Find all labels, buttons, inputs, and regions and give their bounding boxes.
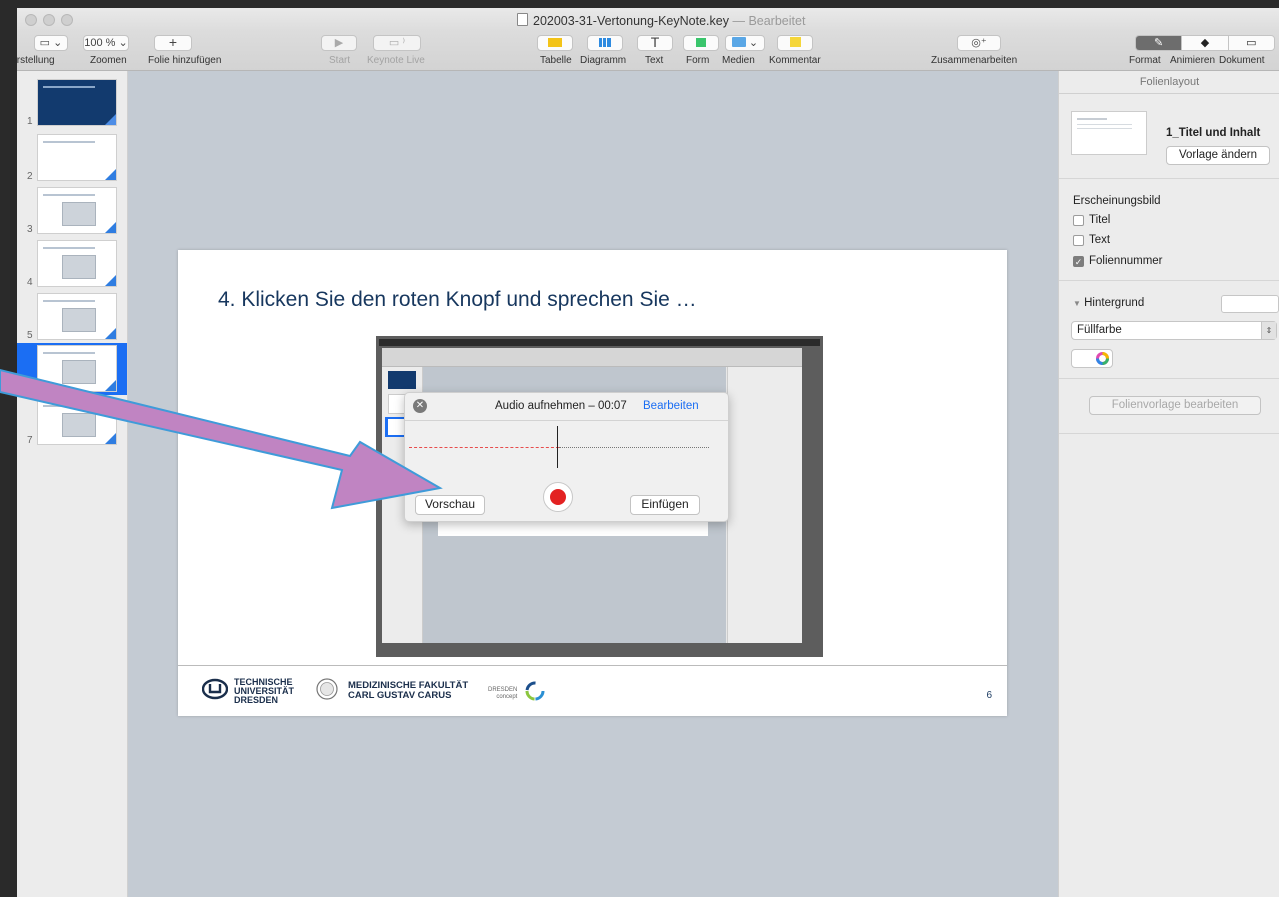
inspector-title: Folienlayout xyxy=(1059,71,1279,94)
fill-color-well[interactable] xyxy=(1071,349,1113,368)
table-button[interactable] xyxy=(537,35,573,51)
close-window-button[interactable] xyxy=(25,14,37,26)
slide-thumb[interactable]: 5 xyxy=(17,291,127,343)
change-master-button[interactable]: Vorlage ändern xyxy=(1166,146,1270,165)
shape-label: Form xyxy=(686,55,710,66)
document-icon xyxy=(517,13,528,26)
table-icon xyxy=(548,38,562,47)
waveform-remaining xyxy=(559,447,709,448)
layout-thumbnail[interactable] xyxy=(1071,111,1147,155)
slide-number-checkbox[interactable]: ✓ xyxy=(1073,256,1084,267)
keynote-live-button[interactable]: ▭ ⁾ xyxy=(373,35,421,51)
layout-name: 1_Titel und Inhalt xyxy=(1166,127,1261,139)
format-tab[interactable]: ✎ xyxy=(1136,36,1182,50)
play-label: Start xyxy=(329,55,351,66)
view-label: Darstellung xyxy=(17,55,55,66)
chart-button[interactable] xyxy=(587,35,623,51)
preview-button[interactable]: Vorschau xyxy=(415,495,485,515)
seal-icon xyxy=(316,678,338,700)
title-checkbox[interactable] xyxy=(1073,215,1084,226)
shape-button[interactable] xyxy=(683,35,719,51)
slide-title[interactable]: 4. Klicken Sie den roten Knopf und sprec… xyxy=(218,288,697,312)
waveform-recorded xyxy=(409,447,559,448)
record-button[interactable] xyxy=(543,482,573,512)
format-label: Format xyxy=(1129,55,1161,66)
edit-link[interactable]: Bearbeiten xyxy=(643,400,699,412)
edit-master-button[interactable]: Folienvorlage bearbeiten xyxy=(1089,396,1261,415)
minimize-window-button[interactable] xyxy=(43,14,55,26)
body-checkbox[interactable] xyxy=(1073,235,1084,246)
animate-label: Animieren xyxy=(1170,55,1216,66)
slide-thumb-selected[interactable]: 6 xyxy=(17,343,127,395)
slide-number-checkbox-label: Foliennummer xyxy=(1089,255,1163,267)
audio-record-dialog: ✕ Audio aufnehmen – 00:07 Bearbeiten Vor… xyxy=(404,392,729,522)
collaborate-button[interactable]: ◎⁺ xyxy=(957,35,1001,51)
appearance-label: Erscheinungsbild xyxy=(1073,195,1161,207)
collaborate-label: Zusammenarbeiten xyxy=(931,55,1018,66)
title-checkbox-label: Titel xyxy=(1089,214,1111,226)
media-label: Medien xyxy=(722,55,755,66)
disclosure-triangle-icon: ▼ xyxy=(1073,299,1081,308)
tu-logo-mark xyxy=(202,678,228,700)
chart-icon xyxy=(599,38,611,47)
document-tab[interactable]: ▭ xyxy=(1227,36,1274,50)
add-slide-label: Folie hinzufügen xyxy=(148,55,222,66)
close-icon[interactable]: ✕ xyxy=(413,399,427,413)
add-slide-button[interactable]: + xyxy=(154,35,192,51)
playhead[interactable] xyxy=(557,426,558,468)
toolbar: ▭ ⌄ 100 % ⌄ + Darstellung Zoomen Folie h… xyxy=(17,32,1279,71)
play-button[interactable]: ▶ xyxy=(321,35,357,51)
format-inspector: Folienlayout 1_Titel und Inhalt Vorlage … xyxy=(1058,71,1279,897)
text-label: Text xyxy=(645,55,664,66)
comment-icon xyxy=(789,37,801,47)
chart-label: Diagramm xyxy=(580,55,627,66)
dialog-title: Audio aufnehmen – 00:07 xyxy=(495,400,627,412)
slide-thumb[interactable]: 3 xyxy=(17,185,127,237)
zoom-window-button[interactable] xyxy=(61,14,73,26)
body-checkbox-label: Text xyxy=(1089,234,1111,246)
slide-footer-divider xyxy=(178,665,1007,666)
insert-button[interactable]: Einfügen xyxy=(630,495,700,515)
select-stepper-icon: ⇕ xyxy=(1261,322,1276,339)
color-wheel-icon[interactable] xyxy=(1096,352,1109,365)
shape-icon xyxy=(696,38,706,47)
document-label: Dokument xyxy=(1219,55,1265,66)
slide-thumb[interactable]: 4 xyxy=(17,238,127,290)
table-label: Tabelle xyxy=(540,55,572,66)
inspector-segment: ✎ ◆ ▭ xyxy=(1135,35,1275,51)
concept-ring-icon xyxy=(525,681,545,701)
fill-type-select[interactable]: Füllfarbe ⇕ xyxy=(1071,321,1277,340)
slide-navigator: 1 2 3 4 5 6 7 xyxy=(17,71,128,897)
slide-thumb[interactable]: 7 xyxy=(17,396,127,448)
comment-button[interactable] xyxy=(777,35,813,51)
slide-number: 6 xyxy=(986,690,992,701)
window-title: 202003-31-Vertonung-KeyNote.key — Bearbe… xyxy=(517,13,805,28)
slide-thumb[interactable]: 1 xyxy=(17,77,127,129)
zoom-select[interactable]: 100 % ⌄ xyxy=(83,35,129,51)
background-color-well[interactable] xyxy=(1221,295,1279,313)
media-icon xyxy=(731,37,746,47)
slide-thumb[interactable]: 2 xyxy=(17,132,127,184)
media-button[interactable]: ⌄ xyxy=(725,35,765,51)
background-section[interactable]: ▼ Hintergrund xyxy=(1073,297,1144,309)
title-bar: 202003-31-Vertonung-KeyNote.key — Bearbe… xyxy=(17,8,1279,32)
record-icon xyxy=(550,489,566,505)
animate-tab[interactable]: ◆ xyxy=(1181,36,1228,50)
comment-label: Kommentar xyxy=(769,55,821,66)
text-button[interactable]: T xyxy=(637,35,673,51)
keynote-live-label: Keynote Live xyxy=(367,55,425,66)
zoom-label: Zoomen xyxy=(90,55,127,66)
view-button[interactable]: ▭ ⌄ xyxy=(34,35,68,51)
